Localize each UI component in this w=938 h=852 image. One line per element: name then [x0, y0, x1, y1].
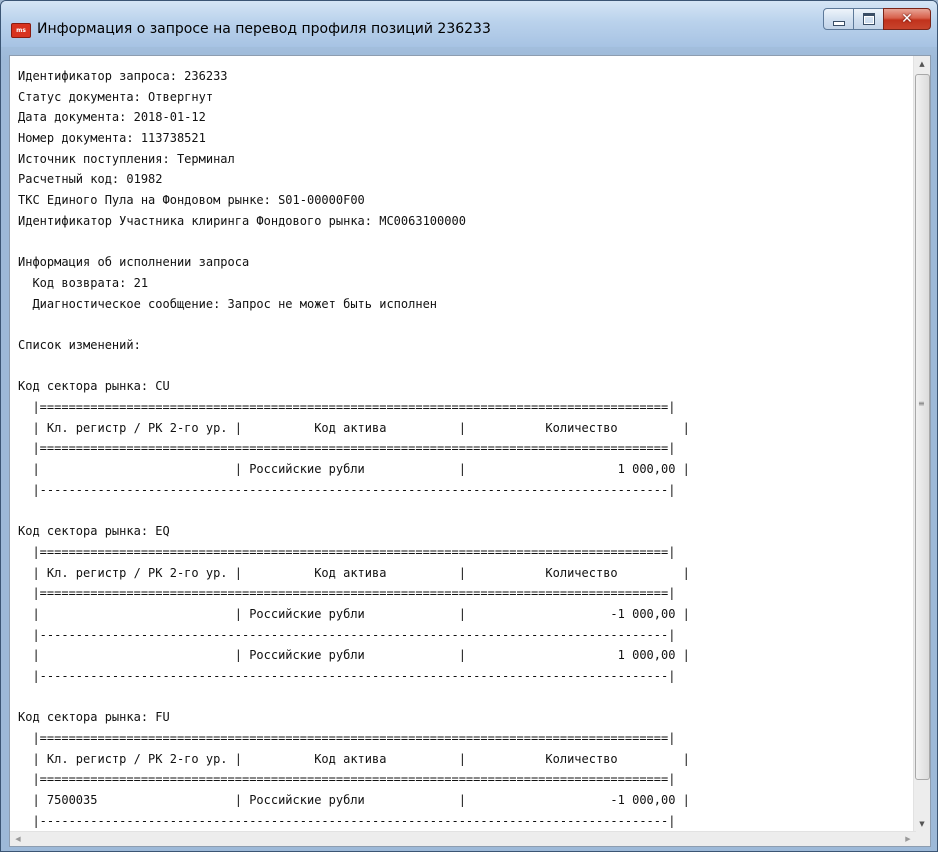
scroll-up-arrow-icon[interactable]: ▲ — [914, 56, 930, 72]
report-line: | Кл. регистр / РК 2-го ур. | Код актива… — [18, 751, 690, 766]
report-line: Статус документа: Отвергнут — [18, 89, 214, 104]
report-line: | | Российские рубли | -1 000,00 | — [18, 606, 690, 621]
report-line: ТКС Единого Пула на Фондовом рынке: S01-… — [18, 193, 365, 208]
report-line: | | Российские рубли | 1 000,00 | — [18, 462, 690, 477]
report-line: |=======================================… — [18, 400, 676, 414]
report-text-area[interactable]: Идентификатор запроса: 236233 Статус доку… — [9, 55, 931, 847]
report-line: | 7500035 | Российские рубли | -1 000,00… — [18, 793, 690, 808]
report-line: Дата документа: 2018-01-12 — [18, 110, 206, 125]
report-lines: Идентификатор запроса: 236233 Статус доку… — [18, 66, 690, 831]
report-line: Идентификатор Участника клиринга Фондово… — [18, 213, 466, 228]
report-line — [18, 500, 690, 521]
maximize-button[interactable] — [853, 8, 884, 30]
scroll-left-arrow-icon[interactable]: ◀ — [10, 832, 26, 846]
report-line: |---------------------------------------… — [18, 482, 676, 497]
maximize-icon — [862, 13, 875, 25]
scroll-down-arrow-icon[interactable]: ▼ — [914, 816, 930, 832]
report-line: |=======================================… — [18, 544, 676, 559]
report-line — [18, 232, 690, 253]
report-line — [18, 314, 690, 335]
grip-icon: ≡ — [918, 399, 925, 408]
report-viewport: Идентификатор запроса: 236233 Статус доку… — [10, 56, 916, 832]
report-line: | | Российские рубли | 1 000,00 | — [18, 648, 690, 663]
report-line: Номер документа: 113738521 — [18, 131, 206, 146]
report-line: Расчетный код: 01982 — [18, 172, 163, 187]
app-logo-icon: ms — [11, 23, 31, 38]
window-controls: ✕ — [823, 8, 931, 30]
report-line: |=======================================… — [18, 772, 676, 787]
report-line: |---------------------------------------… — [18, 627, 676, 642]
minimize-button[interactable] — [823, 8, 854, 30]
close-button[interactable]: ✕ — [883, 8, 931, 30]
report-line: Список изменений: — [18, 337, 141, 352]
report-line — [18, 687, 690, 708]
report-line: |=======================================… — [18, 731, 676, 745]
scrollbar-corner — [914, 832, 930, 846]
report-line: Источник поступления: Терминал — [18, 151, 235, 166]
report-line: |---------------------------------------… — [18, 668, 676, 683]
dialog-window: ms Информация о запросе на перевод профи… — [0, 0, 938, 852]
horizontal-scrollbar[interactable]: ◀ ▶ — [10, 831, 916, 846]
report-line: |=======================================… — [18, 586, 676, 601]
report-line: Информация об исполнении запроса — [18, 255, 250, 270]
report-line: Код сектора рынка: EQ — [18, 524, 170, 539]
scroll-thumb[interactable] — [915, 74, 930, 780]
report-line: Код сектора рынка: CU — [18, 379, 170, 394]
report-line: |---------------------------------------… — [18, 813, 676, 828]
close-icon: ✕ — [901, 11, 913, 27]
report-line: Диагностическое сообщение: Запрос не мож… — [18, 296, 438, 311]
vertical-scrollbar[interactable]: ▲ ≡ ▼ — [913, 56, 930, 832]
window-title: Информация о запросе на перевод профиля … — [37, 21, 491, 37]
report-line — [18, 356, 690, 377]
title-bar[interactable]: ms Информация о запросе на перевод профи… — [1, 1, 937, 47]
report-line: Код возврата: 21 — [18, 275, 149, 290]
report-line: | Кл. регистр / РК 2-го ур. | Код актива… — [18, 420, 690, 435]
report-line: Идентификатор запроса: 236233 — [18, 69, 228, 83]
report-line: Код сектора рынка: FU — [18, 710, 170, 725]
report-line: | Кл. регистр / РК 2-го ур. | Код актива… — [18, 565, 690, 580]
minimize-icon — [832, 20, 845, 26]
report-line: |=======================================… — [18, 441, 676, 456]
